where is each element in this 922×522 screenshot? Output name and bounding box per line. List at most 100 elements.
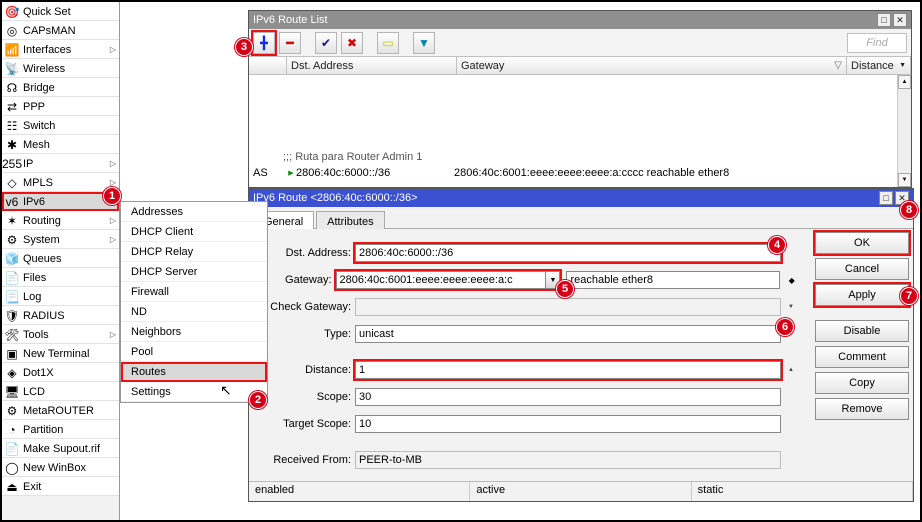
- sidebar-item-dot1x[interactable]: ◈Dot1X: [2, 363, 119, 382]
- submenu-item-firewall[interactable]: Firewall: [121, 282, 267, 302]
- ok-button[interactable]: OK: [815, 232, 909, 254]
- sidebar-item-new-winbox[interactable]: ◯New WinBox: [2, 458, 119, 477]
- target-scope-label: Target Scope:: [249, 418, 355, 430]
- scroll-down-icon[interactable]: ▼: [898, 173, 911, 187]
- submenu-item-dhcp-client[interactable]: DHCP Client: [121, 222, 267, 242]
- sidebar-item-interfaces[interactable]: 📶Interfaces▷: [2, 40, 119, 59]
- cancel-button[interactable]: Cancel: [815, 258, 909, 280]
- remove-button[interactable]: ━: [279, 32, 301, 54]
- sidebar-item-tools[interactable]: 🛠Tools▷: [2, 325, 119, 344]
- received-from-label: Received From:: [249, 454, 355, 466]
- scrollbar[interactable]: ▲ ▼: [897, 75, 911, 187]
- route-list-titlebar[interactable]: IPv6 Route List □ ✕: [249, 11, 911, 29]
- callout-8: 8: [900, 201, 918, 219]
- route-list-body[interactable]: ;;; Ruta para Router Admin 1 AS ▶ 2806:4…: [249, 75, 911, 187]
- submenu-item-settings[interactable]: Settings: [121, 382, 267, 402]
- row-gateway: 2806:40c:6001:eeee:eeee:eeee:a:cccc reac…: [454, 167, 901, 179]
- sidebar-item-mesh[interactable]: ✱Mesh: [2, 135, 119, 154]
- apply-button[interactable]: Apply: [815, 284, 909, 306]
- add-button[interactable]: ╋: [253, 32, 275, 54]
- distance-input[interactable]: 1: [355, 361, 781, 379]
- sidebar-item-label: LCD: [23, 386, 45, 398]
- sidebar-item-ip[interactable]: 255IP▷: [2, 154, 119, 173]
- submenu-item-addresses[interactable]: Addresses: [121, 202, 267, 222]
- find-input[interactable]: Find: [847, 33, 907, 53]
- sidebar-item-ipv6[interactable]: v6IPv6▷: [2, 192, 119, 211]
- disable-button[interactable]: ✖: [341, 32, 363, 54]
- sidebar-item-wireless[interactable]: 📡Wireless: [2, 59, 119, 78]
- submenu-arrow-icon: ▷: [110, 45, 116, 54]
- col-distance[interactable]: Distance▼: [847, 57, 911, 74]
- scroll-up-icon[interactable]: ▲: [898, 75, 911, 89]
- submenu-item-nd[interactable]: ND: [121, 302, 267, 322]
- route-list-title: IPv6 Route List: [253, 14, 328, 26]
- sidebar-item-partition[interactable]: ◔Partition: [2, 420, 119, 439]
- maximize-icon[interactable]: □: [877, 13, 891, 27]
- dst-address-input[interactable]: 2806:40c:6000::/36: [355, 244, 781, 262]
- sidebar-item-label: IPv6: [23, 196, 45, 208]
- sidebar-item-system[interactable]: ⚙System▷: [2, 230, 119, 249]
- sidebar-item-capsman[interactable]: ◎CAPsMAN: [2, 21, 119, 40]
- log-icon: 📃: [5, 290, 19, 304]
- make-supout-rif-icon: 📄: [5, 442, 19, 456]
- col-flags[interactable]: [249, 57, 287, 74]
- interfaces-icon: 📶: [5, 43, 19, 57]
- row-flags: AS: [251, 167, 286, 179]
- callout-4: 4: [768, 236, 786, 254]
- sidebar-item-bridge[interactable]: ☊Bridge: [2, 78, 119, 97]
- gateway-add-icon[interactable]: ◆: [784, 271, 799, 289]
- sidebar-item-radius[interactable]: 🛡RADIUS: [2, 306, 119, 325]
- sidebar-item-exit[interactable]: ⏏Exit: [2, 477, 119, 496]
- gateway-input[interactable]: 2806:40c:6001:eeee:eeee:eeee:a:c ▼: [336, 271, 561, 289]
- col-dst[interactable]: Dst. Address: [287, 57, 457, 74]
- remove-button[interactable]: Remove: [815, 398, 909, 420]
- sidebar-item-label: Make Supout.rif: [23, 443, 100, 455]
- sidebar-item-metarouter[interactable]: ⚙MetaROUTER: [2, 401, 119, 420]
- switch-icon: ☷: [5, 119, 19, 133]
- dropdown-arrow-icon[interactable]: ▼: [785, 303, 797, 311]
- sidebar-item-routing[interactable]: ✶Routing▷: [2, 211, 119, 230]
- copy-button[interactable]: Copy: [815, 372, 909, 394]
- partition-icon: ◔: [5, 423, 19, 437]
- close-icon[interactable]: ✕: [893, 13, 907, 27]
- col-gateway[interactable]: Gateway▽: [457, 57, 847, 74]
- sidebar-item-label: IP: [23, 158, 33, 170]
- submenu-item-dhcp-relay[interactable]: DHCP Relay: [121, 242, 267, 262]
- filter-button[interactable]: ▼: [413, 32, 435, 54]
- check-gateway-input[interactable]: [355, 298, 781, 316]
- comment-button[interactable]: Comment: [815, 346, 909, 368]
- disable-button[interactable]: Disable: [815, 320, 909, 342]
- maximize-icon[interactable]: □: [879, 191, 893, 205]
- target-scope-input[interactable]: 10: [355, 415, 781, 433]
- sidebar-item-new-terminal[interactable]: ▣New Terminal: [2, 344, 119, 363]
- bridge-icon: ☊: [5, 81, 19, 95]
- type-input[interactable]: unicast: [355, 325, 781, 343]
- tools-icon: 🛠: [5, 328, 19, 342]
- sidebar-item-lcd[interactable]: 🖥LCD: [2, 382, 119, 401]
- table-row[interactable]: AS ▶ 2806:40c:6000::/36 2806:40c:6001:ee…: [251, 165, 901, 180]
- sidebar-item-quick-set[interactable]: 🎯Quick Set: [2, 2, 119, 21]
- tab-attributes[interactable]: Attributes: [316, 211, 384, 229]
- sidebar-item-files[interactable]: 📄Files: [2, 268, 119, 287]
- comment-button[interactable]: ▭: [377, 32, 399, 54]
- submenu-item-dhcp-server[interactable]: DHCP Server: [121, 262, 267, 282]
- callout-7: 7: [900, 287, 918, 305]
- sidebar-item-switch[interactable]: ☷Switch: [2, 116, 119, 135]
- sidebar-item-mpls[interactable]: ◇MPLS▷: [2, 173, 119, 192]
- enable-button[interactable]: ✔: [315, 32, 337, 54]
- mpls-icon: ◇: [5, 176, 19, 190]
- route-detail-titlebar[interactable]: IPv6 Route <2806:40c:6000::/36> □ ✕: [249, 189, 913, 207]
- sidebar-item-ppp[interactable]: ⇄PPP: [2, 97, 119, 116]
- spin-up-icon[interactable]: ▲: [785, 366, 797, 374]
- sidebar-item-queues[interactable]: 🧊Queues: [2, 249, 119, 268]
- detail-form: Dst. Address: 2806:40c:6000::/36 Gateway…: [249, 230, 809, 479]
- active-route-icon: ▶: [288, 169, 293, 177]
- submenu-item-routes[interactable]: Routes: [121, 362, 267, 382]
- submenu-item-neighbors[interactable]: Neighbors: [121, 322, 267, 342]
- sidebar-item-log[interactable]: 📃Log: [2, 287, 119, 306]
- scope-input[interactable]: 30: [355, 388, 781, 406]
- gateway-status: reachable ether8: [566, 271, 780, 289]
- queues-icon: 🧊: [5, 252, 19, 266]
- sidebar-item-make-supout-rif[interactable]: 📄 Make Supout.rif: [2, 439, 119, 458]
- submenu-item-pool[interactable]: Pool: [121, 342, 267, 362]
